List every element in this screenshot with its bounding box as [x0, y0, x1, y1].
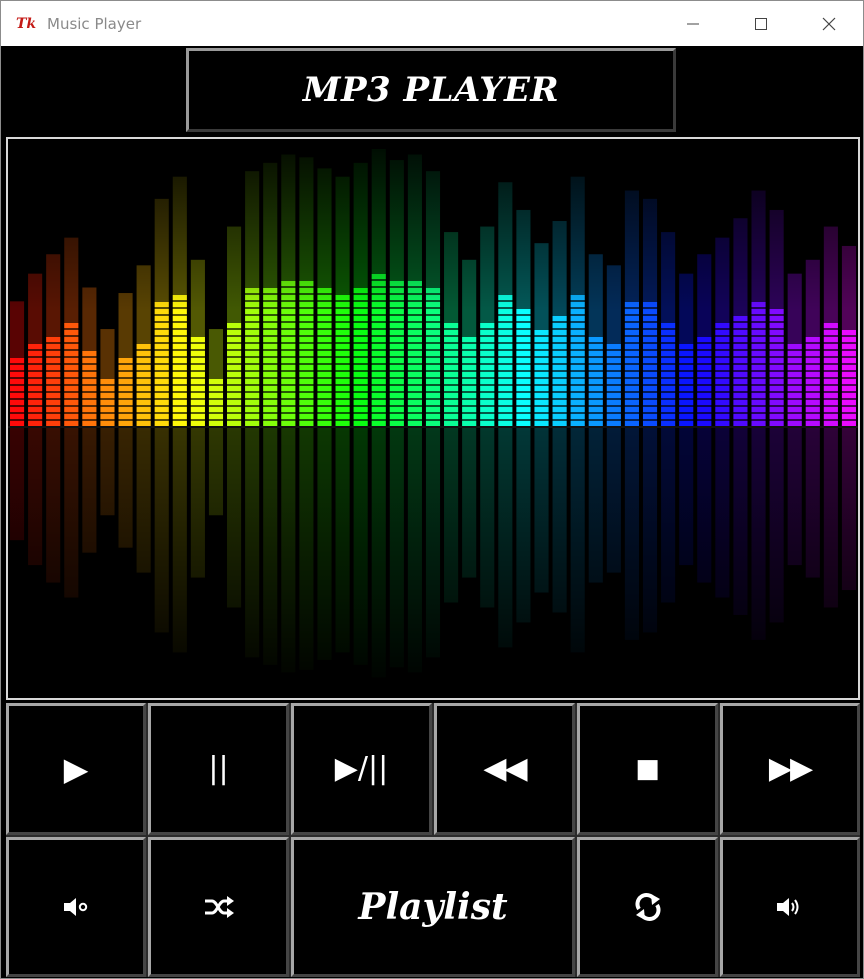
- close-button[interactable]: [795, 1, 863, 46]
- stop-button[interactable]: ■: [577, 703, 718, 835]
- maximize-button[interactable]: [727, 1, 795, 46]
- pause-icon: ||: [208, 751, 229, 786]
- rewind-icon: ◀◀: [483, 751, 527, 786]
- minimize-icon: [687, 23, 699, 24]
- play-button[interactable]: ▶: [6, 703, 146, 835]
- control-panel: ▶ || ▶/|| ◀◀ ■ ▶▶ Playlist: [6, 703, 860, 977]
- equalizer-artwork: [8, 139, 858, 698]
- volume-mute-icon: [64, 898, 88, 916]
- minimize-button[interactable]: [659, 1, 727, 46]
- repeat-button[interactable]: [577, 837, 718, 977]
- playlist-label: Playlist: [358, 886, 508, 928]
- top-darken: [8, 139, 858, 426]
- play-pause-icon: ▶/||: [334, 751, 389, 786]
- repeat-icon: [635, 893, 660, 921]
- equalizer-visualizer-image: [6, 137, 860, 700]
- window-title: Music Player: [47, 14, 142, 33]
- maximize-icon: [755, 17, 767, 30]
- rewind-button[interactable]: ◀◀: [434, 703, 575, 835]
- header-row: MP3 PLAYER: [1, 46, 863, 137]
- pause-button[interactable]: ||: [148, 703, 289, 835]
- play-icon: ▶: [63, 750, 89, 788]
- player-title: MP3 PLAYER: [302, 70, 560, 110]
- baseline-divider: [8, 426, 858, 428]
- reflection-darken: [8, 428, 858, 698]
- title-bar[interactable]: Tk Music Player: [1, 1, 863, 46]
- playlist-button[interactable]: Playlist: [291, 837, 575, 977]
- play-pause-button[interactable]: ▶/||: [291, 703, 432, 835]
- mute-button[interactable]: [6, 837, 146, 977]
- tk-app-icon: Tk: [15, 15, 37, 32]
- volume-up-icon: [777, 898, 799, 916]
- music-player-window: Tk Music Player MP3 PLAYER ▶ || ▶/|| ◀◀ …: [0, 0, 864, 979]
- fast-forward-icon: ▶▶: [768, 751, 813, 786]
- player-content: MP3 PLAYER ▶ || ▶/|| ◀◀ ■ ▶▶ Playlist: [1, 46, 863, 978]
- shuffle-icon: [204, 896, 234, 918]
- shuffle-button[interactable]: [148, 837, 289, 977]
- fast-forward-button[interactable]: ▶▶: [720, 703, 860, 835]
- volume-up-button[interactable]: [720, 837, 860, 977]
- window-controls: [659, 1, 863, 46]
- close-icon: [822, 17, 836, 30]
- header-banner: MP3 PLAYER: [186, 48, 676, 132]
- stop-icon: ■: [635, 754, 660, 784]
